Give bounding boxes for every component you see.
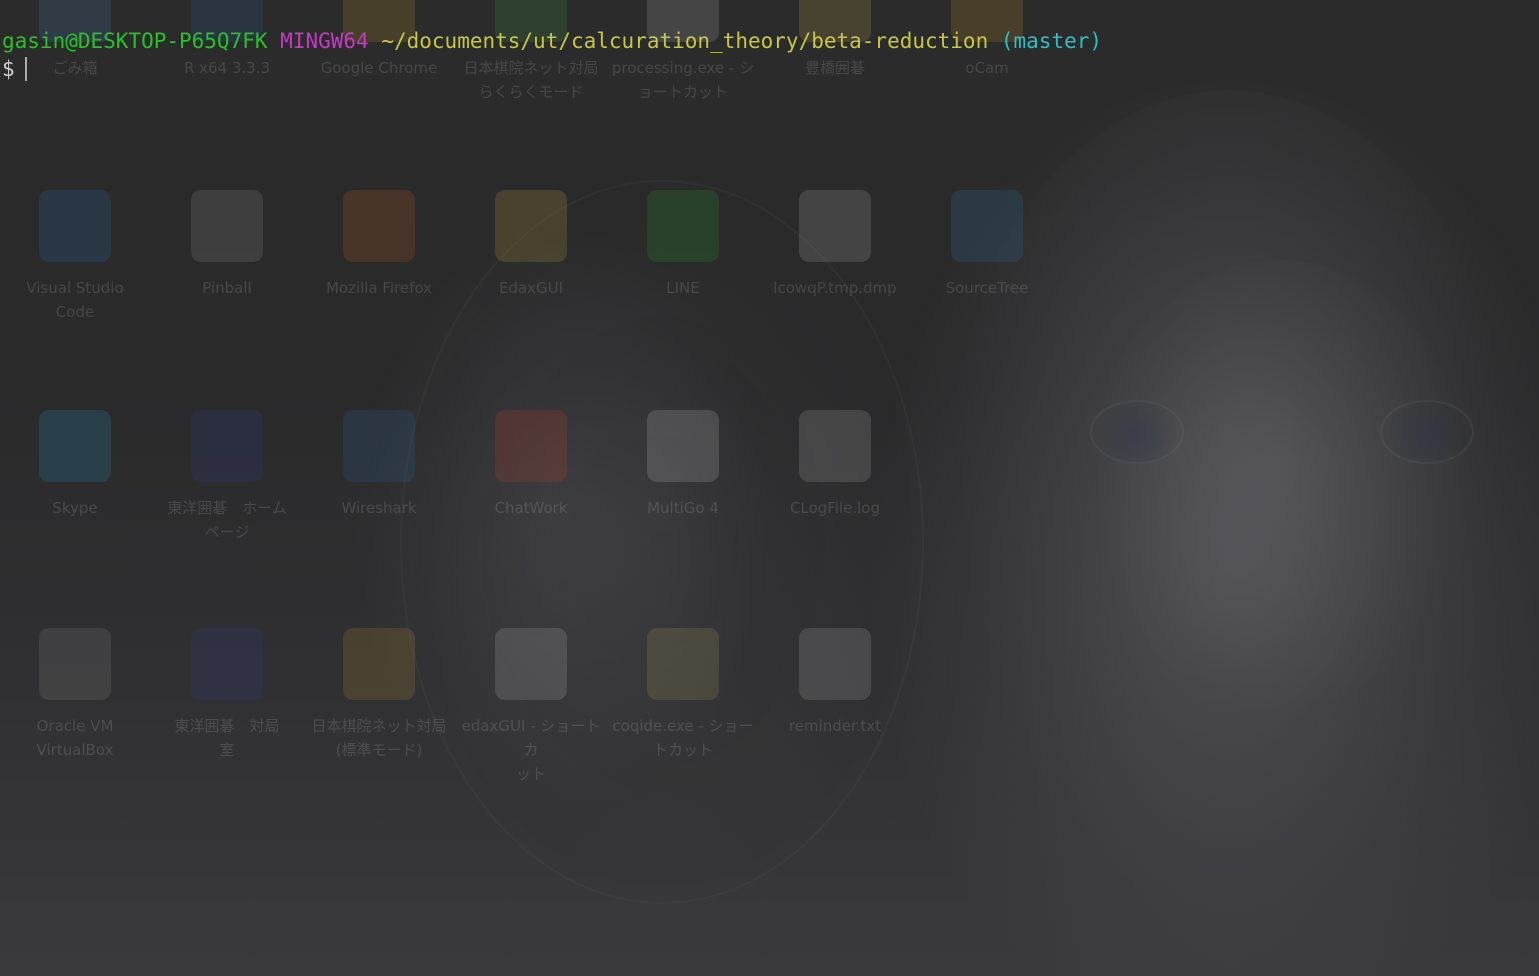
desktop-shortcut-label: 東洋囲碁 ホーム ページ bbox=[167, 499, 287, 541]
desktop-shortcut: Visual Studio Code bbox=[0, 190, 150, 324]
sourcetree-icon bbox=[951, 190, 1023, 262]
desktop-shortcut: coqide.exe - ショー トカット bbox=[608, 628, 758, 762]
firefox-icon bbox=[343, 190, 415, 262]
desktop-shortcut-label: Visual Studio Code bbox=[26, 279, 124, 321]
desktop-shortcut-label: Wireshark bbox=[341, 499, 417, 517]
desktop-shortcut: reminder.txt bbox=[760, 628, 910, 738]
toyo-igo-room-icon bbox=[191, 628, 263, 700]
user-host: gasin@DESKTOP-P65Q7FK bbox=[2, 29, 268, 53]
shell-name: MINGW64 bbox=[280, 29, 369, 53]
terminal-window[interactable]: ごみ箱 R x64 3.3.3 Google Chrome 日本棋院ネット対局 らくら… bbox=[0, 0, 1539, 976]
line-icon bbox=[647, 190, 719, 262]
prompt-symbol: $ bbox=[2, 57, 15, 81]
desktop-shortcut-label: R x64 3.3.3 bbox=[183, 59, 271, 77]
desktop-shortcut: Mozilla Firefox bbox=[304, 190, 454, 300]
file-icon bbox=[799, 190, 871, 262]
text-cursor[interactable] bbox=[24, 57, 27, 81]
desktop-shortcut: 日本棋院ネット対局 (標準モード) bbox=[304, 628, 454, 762]
desktop-shortcut-label: 東洋囲碁 対局 室 bbox=[174, 717, 280, 759]
desktop-shortcut: LINE bbox=[608, 190, 758, 300]
chatwork-icon bbox=[495, 410, 567, 482]
desktop-shortcut: Pinball bbox=[152, 190, 302, 300]
desktop-shortcut: SourceTree bbox=[912, 190, 1062, 300]
desktop-shortcut-label: SourceTree bbox=[945, 279, 1029, 297]
desktop-shortcut: Wireshark bbox=[304, 410, 454, 520]
desktop-shortcut-label: Pinball bbox=[202, 279, 252, 297]
virtualbox-icon bbox=[39, 628, 111, 700]
desktop-shortcut: edaxGUI - ショートカ ット bbox=[456, 628, 606, 786]
desktop-shortcut: 東洋囲碁 対局 室 bbox=[152, 628, 302, 762]
wallpaper-eye-left bbox=[1090, 400, 1184, 464]
desktop-shortcut-label: MultiGo 4 bbox=[647, 499, 719, 517]
desktop-shortcut-label: 日本棋院ネット対局 (標準モード) bbox=[311, 717, 447, 759]
desktop-shortcut-label: oCam bbox=[965, 59, 1009, 77]
wallpaper-eye-right bbox=[1380, 400, 1474, 464]
desktop-shortcut: lcowqP.tmp.dmp bbox=[760, 190, 910, 300]
text-file-icon bbox=[799, 628, 871, 700]
desktop-shortcut-label: reminder.txt bbox=[788, 717, 882, 735]
command-input-line[interactable]: $ bbox=[2, 55, 27, 83]
coqide-icon bbox=[647, 628, 719, 700]
desktop-shortcut-label: Skype bbox=[52, 499, 98, 517]
log-file-icon bbox=[799, 410, 871, 482]
desktop-shortcut: EdaxGUI bbox=[456, 190, 606, 300]
pinball-icon bbox=[191, 190, 263, 262]
edax-gui-icon bbox=[495, 628, 567, 700]
desktop-shortcut-label: lcowqP.tmp.dmp bbox=[773, 279, 897, 297]
igo-standard-icon bbox=[343, 628, 415, 700]
desktop-shortcut: MultiGo 4 bbox=[608, 410, 758, 520]
wireshark-icon bbox=[343, 410, 415, 482]
desktop-shortcut: Oracle VM VirtualBox bbox=[0, 628, 150, 762]
toyo-igo-icon bbox=[191, 410, 263, 482]
desktop-shortcut-label: CLogFile.log bbox=[790, 499, 880, 517]
desktop-shortcut-label: Google Chrome bbox=[320, 59, 438, 77]
desktop-shortcut-label: Mozilla Firefox bbox=[325, 279, 433, 297]
desktop-shortcut: CLogFile.log bbox=[760, 410, 910, 520]
multigo-icon bbox=[647, 410, 719, 482]
desktop-shortcut-label: coqide.exe - ショー トカット bbox=[612, 717, 754, 759]
edaxgui-folder-icon bbox=[495, 190, 567, 262]
desktop-shortcut: 東洋囲碁 ホーム ページ bbox=[152, 410, 302, 544]
desktop-shortcut-label: 豊橋囲碁 bbox=[804, 59, 865, 77]
wallpaper-face bbox=[1090, 260, 1470, 720]
prompt-header-line: gasin@DESKTOP-P65Q7FK MINGW64 ~/document… bbox=[2, 27, 1102, 55]
vscode-icon bbox=[39, 190, 111, 262]
desktop-shortcut-label: EdaxGUI bbox=[498, 279, 564, 297]
skype-icon bbox=[39, 410, 111, 482]
desktop-shortcut-label: processing.exe - シ ョートカット bbox=[611, 59, 755, 101]
desktop-shortcut: Skype bbox=[0, 410, 150, 520]
desktop-shortcut-label: edaxGUI - ショートカ ット bbox=[461, 717, 601, 783]
desktop-shortcut-label: 日本棋院ネット対局 らくらくモード bbox=[463, 59, 599, 101]
git-branch: (master) bbox=[1000, 29, 1103, 53]
current-path: ~/documents/ut/calcuration_theory/beta-r… bbox=[381, 29, 989, 53]
desktop-shortcut-label: LINE bbox=[666, 279, 700, 297]
desktop-shortcut: ChatWork bbox=[456, 410, 606, 520]
desktop-shortcut-label: Oracle VM VirtualBox bbox=[36, 717, 114, 759]
desktop-shortcut-label: ChatWork bbox=[494, 499, 568, 517]
